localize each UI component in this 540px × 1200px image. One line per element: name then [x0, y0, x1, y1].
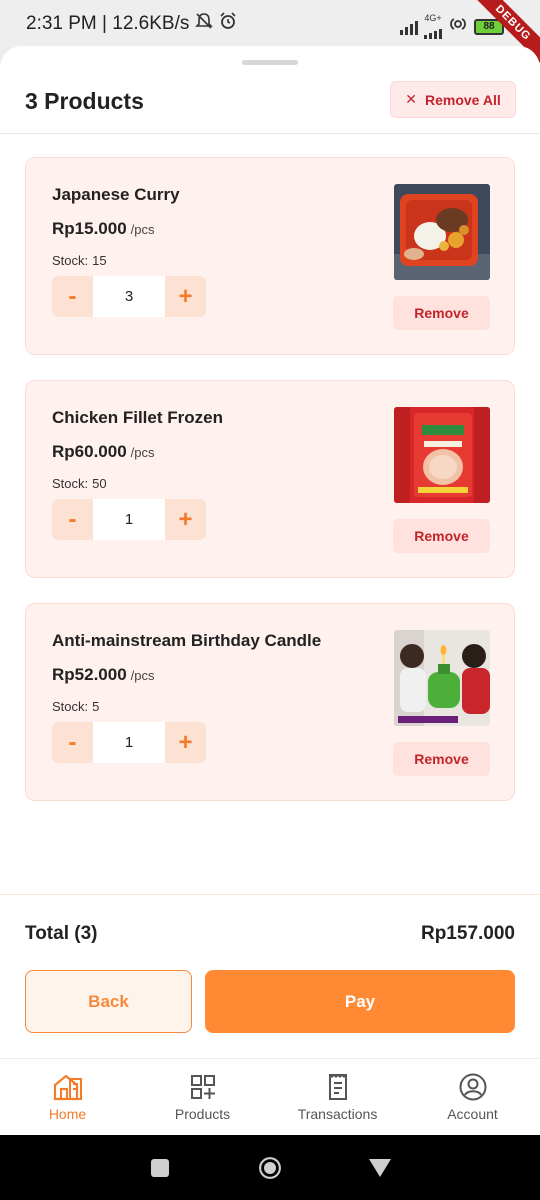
product-name: Japanese Curry [52, 185, 180, 204]
cart-sheet: 3 Products ✕ Remove All Japanese Curry R… [0, 46, 540, 1058]
total-value: Rp157.000 [420, 923, 515, 944]
mute-bell-icon [195, 12, 214, 36]
cart-item-card: Japanese Curry Rp15.000/pcs Stock: 15 - 3… [25, 157, 515, 355]
back-button[interactable]: Back [25, 970, 192, 1033]
remove-button[interactable]: Remove [393, 742, 490, 776]
back-triangle-icon[interactable] [368, 1156, 392, 1180]
recents-square-icon[interactable] [148, 1156, 172, 1180]
decrement-button[interactable]: - [52, 276, 93, 317]
product-image-chicken [394, 407, 490, 503]
bottom-nav: Home Products Transactions Account [0, 1058, 540, 1135]
stock-label: Stock: [52, 476, 89, 491]
status-bar: 2:31 PM | 12.6KB/s 4G+ 88 DEBUG [0, 0, 540, 69]
stock-label: Stock: [52, 253, 89, 268]
remove-button[interactable]: Remove [393, 519, 490, 553]
price-unit: /pcs [130, 668, 155, 683]
product-image-curry [394, 184, 490, 280]
receipt-icon [321, 1072, 355, 1102]
stock-value: 50 [92, 476, 107, 491]
cart-item-card: Anti-mainstream Birthday Candle Rp52.000… [25, 603, 515, 801]
alarm-icon [219, 12, 237, 36]
price-value: Rp52.000 [52, 665, 127, 684]
nav-item-products[interactable]: Products [135, 1059, 270, 1135]
quantity-stepper: - 1 + [52, 499, 206, 540]
nav-label: Products [174, 1106, 231, 1122]
nav-item-account[interactable]: Account [405, 1059, 540, 1135]
quantity-value[interactable]: 3 [93, 276, 165, 317]
product-price: Rp52.000/pcs [52, 665, 155, 685]
sheet-header: 3 Products ✕ Remove All [0, 80, 540, 134]
stock-value: 5 [92, 699, 100, 714]
account-circle-icon [456, 1072, 490, 1102]
price-unit: /pcs [130, 222, 155, 237]
increment-button[interactable]: + [165, 276, 206, 317]
drag-handle[interactable] [242, 60, 298, 65]
home-store-icon [51, 1072, 85, 1102]
stock-value: 15 [92, 253, 107, 268]
stock-label: Stock: [52, 699, 89, 714]
signal-icon [400, 19, 418, 35]
quantity-stepper: - 3 + [52, 276, 206, 317]
price-value: Rp60.000 [52, 442, 127, 461]
decrement-button[interactable]: - [52, 499, 93, 540]
page-title: 3 Products [25, 88, 144, 114]
quantity-stepper: - 1 + [52, 722, 206, 763]
quantity-value[interactable]: 1 [93, 722, 165, 763]
nav-item-home[interactable]: Home [0, 1059, 135, 1135]
product-image-candle [394, 630, 490, 726]
remove-all-button[interactable]: ✕ Remove All [390, 81, 516, 118]
increment-button[interactable]: + [165, 499, 206, 540]
product-name: Anti-mainstream Birthday Candle [52, 631, 322, 650]
nav-item-transactions[interactable]: Transactions [270, 1059, 405, 1135]
system-nav-bar [0, 1135, 540, 1200]
product-stock: Stock: 50 [52, 476, 107, 491]
status-time-speed: 2:31 PM | 12.6KB/s [26, 13, 190, 34]
decrement-button[interactable]: - [52, 722, 93, 763]
network-type: 4G+ [424, 13, 442, 23]
increment-button[interactable]: + [165, 722, 206, 763]
close-icon: ✕ [405, 91, 417, 107]
qr-grid-icon [186, 1072, 220, 1102]
pay-button[interactable]: Pay [205, 970, 515, 1033]
nav-label: Transactions [297, 1106, 378, 1122]
product-price: Rp60.000/pcs [52, 442, 155, 462]
remove-button[interactable]: Remove [393, 296, 490, 330]
total-label: Total (3) [25, 923, 98, 944]
hotspot-icon [448, 15, 468, 39]
price-unit: /pcs [130, 445, 155, 460]
price-value: Rp15.000 [52, 219, 127, 238]
product-stock: Stock: 15 [52, 253, 107, 268]
nav-label: Home [48, 1106, 87, 1122]
home-circle-icon[interactable] [258, 1156, 282, 1180]
checkout-footer: Total (3) Rp157.000 Back Pay [0, 894, 540, 1058]
product-price: Rp15.000/pcs [52, 219, 155, 239]
remove-all-label: Remove All [425, 91, 501, 108]
product-stock: Stock: 5 [52, 699, 99, 714]
signal-icon-2 [424, 23, 442, 39]
product-name: Chicken Fillet Frozen [52, 408, 223, 427]
cart-item-card: Chicken Fillet Frozen Rp60.000/pcs Stock… [25, 380, 515, 578]
quantity-value[interactable]: 1 [93, 499, 165, 540]
nav-label: Account [447, 1106, 498, 1122]
